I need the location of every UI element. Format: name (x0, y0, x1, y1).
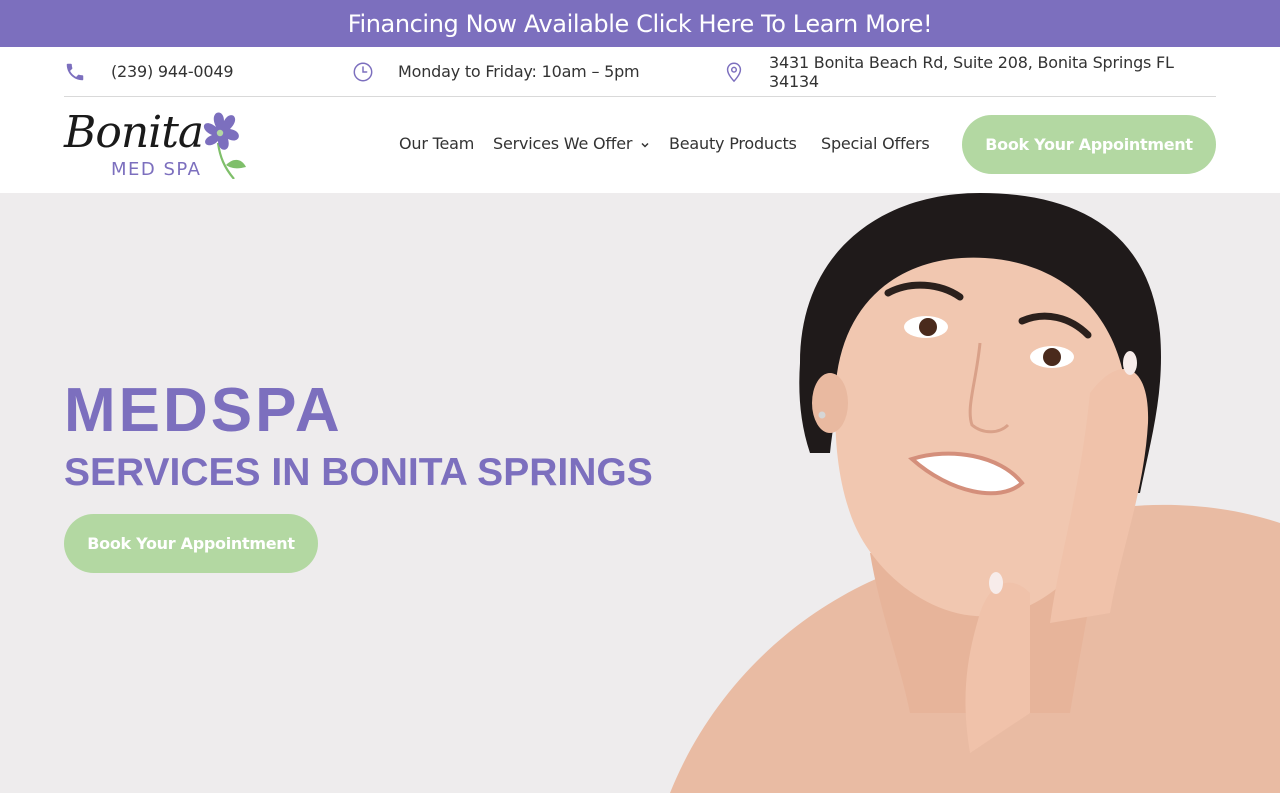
phone-icon (64, 61, 86, 83)
hours-info: Monday to Friday: 10am – 5pm (352, 47, 640, 96)
address-info[interactable]: 3431 Bonita Beach Rd, Suite 208, Bonita … (723, 47, 1216, 96)
book-appointment-hero-button[interactable]: Book Your Appointment (64, 514, 318, 573)
bonita-med-spa-logo[interactable]: Bonita MED SPA (64, 107, 250, 183)
nav-services-label: Services We Offer (493, 134, 633, 153)
logo-subtitle: MED SPA (111, 159, 202, 180)
location-pin-icon (723, 61, 745, 83)
hero-subtitle: SERVICES IN BONITA SPRINGS (64, 451, 653, 494)
book-appointment-header-button[interactable]: Book Your Appointment (962, 115, 1216, 174)
clock-icon (352, 61, 374, 83)
phone-info[interactable]: (239) 944-0049 (64, 47, 234, 96)
hero-section: MEDSPA SERVICES IN BONITA SPRINGS Book Y… (0, 193, 1280, 793)
business-hours: Monday to Friday: 10am – 5pm (398, 62, 640, 81)
nav-our-team[interactable]: Our Team (399, 134, 474, 153)
nav-beauty-products[interactable]: Beauty Products (669, 134, 797, 153)
hero-title: MEDSPA (64, 376, 343, 445)
chevron-down-icon (640, 135, 650, 154)
nav-special-offers[interactable]: Special Offers (821, 134, 930, 153)
logo-script-text: Bonita (64, 107, 204, 158)
financing-banner-text: Financing Now Available Click Here To Le… (347, 9, 933, 38)
hero-woman-image (670, 193, 1280, 793)
financing-banner[interactable]: Financing Now Available Click Here To Le… (0, 0, 1280, 47)
phone-number: (239) 944-0049 (111, 62, 234, 81)
main-header: Bonita MED SPA Our Team Services We Offe… (0, 97, 1280, 193)
nav-services-we-offer[interactable]: Services We Offer (493, 134, 650, 154)
street-address: 3431 Bonita Beach Rd, Suite 208, Bonita … (769, 52, 1174, 91)
violet-flower-icon (203, 112, 246, 179)
bottom-edge (0, 793, 1280, 800)
contact-info-bar: (239) 944-0049 Monday to Friday: 10am – … (64, 47, 1216, 97)
